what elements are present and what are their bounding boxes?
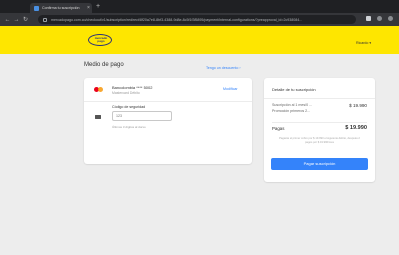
menu-icon[interactable] bbox=[388, 16, 393, 21]
tab-title: Confirma tu suscripción bbox=[42, 6, 80, 10]
cvv-help-text: Últimos 3 dígitos al dorso bbox=[112, 125, 146, 129]
pay-label: Pagas bbox=[272, 126, 285, 131]
cvv-input[interactable] bbox=[112, 111, 172, 121]
new-tab-button[interactable]: + bbox=[96, 3, 100, 11]
toolbar-icons bbox=[366, 16, 393, 21]
summary-row-label: Promoción primeros 2... bbox=[272, 109, 311, 113]
divider bbox=[264, 98, 375, 99]
mastercard-icon bbox=[94, 86, 103, 93]
address-bar[interactable]: mercadopago.com.co/checkout/v1/subscript… bbox=[38, 15, 356, 24]
summary-title: Detalle de tu suscripción bbox=[272, 87, 316, 92]
discount-link[interactable]: Tengo un descuento › bbox=[206, 66, 241, 70]
page-title: Medio de pago bbox=[84, 62, 124, 68]
card-name: Bancolombia **** 5002 bbox=[112, 85, 153, 90]
divider bbox=[84, 101, 252, 102]
divider bbox=[272, 122, 367, 123]
browser-tab-bar: Confirma tu suscripción × + bbox=[0, 0, 399, 13]
summary-row-label: Suscripción al 1 mes/0 ... bbox=[272, 103, 313, 107]
pay-subscription-button[interactable]: Pagar suscripción bbox=[271, 158, 368, 170]
forward-button[interactable]: → bbox=[12, 17, 21, 23]
profile-icon[interactable] bbox=[377, 16, 382, 21]
extension-icon[interactable] bbox=[366, 16, 371, 21]
lock-icon bbox=[43, 17, 47, 22]
reload-button[interactable]: ↻ bbox=[21, 17, 30, 23]
user-menu-link[interactable]: Ricardo ▾ bbox=[356, 41, 371, 45]
pay-total: $ 19.990 bbox=[345, 125, 367, 131]
logo-text: mercado pago bbox=[94, 36, 108, 43]
tab-close-icon[interactable]: × bbox=[87, 5, 90, 11]
subscription-summary: Detalle de tu suscripción Suscripción al… bbox=[264, 78, 375, 182]
url-text: mercadopago.com.co/checkout/v1/subscript… bbox=[51, 17, 303, 22]
payment-method-card: Bancolombia **** 5002 Mastercard Débito … bbox=[84, 78, 252, 164]
modify-card-link[interactable]: Modificar bbox=[223, 87, 238, 91]
cvv-label: Código de seguridad bbox=[112, 105, 146, 109]
site-header: mercado pago Ricardo ▾ bbox=[0, 26, 399, 54]
legal-text: Pagarás el primer cobro por $ 19.990 el … bbox=[279, 137, 360, 144]
back-button[interactable]: ← bbox=[3, 17, 12, 23]
card-type: Mastercard Débito bbox=[112, 91, 140, 95]
tab-favicon-icon bbox=[34, 5, 39, 11]
summary-row-value: $ 19.990 bbox=[349, 103, 367, 108]
browser-toolbar: ← → ↻ mercadopago.com.co/checkout/v1/sub… bbox=[0, 13, 399, 26]
mercado-pago-logo[interactable]: mercado pago bbox=[88, 34, 112, 46]
card-cvv-icon bbox=[95, 115, 101, 119]
browser-tab[interactable]: Confirma tu suscripción × bbox=[30, 3, 92, 13]
